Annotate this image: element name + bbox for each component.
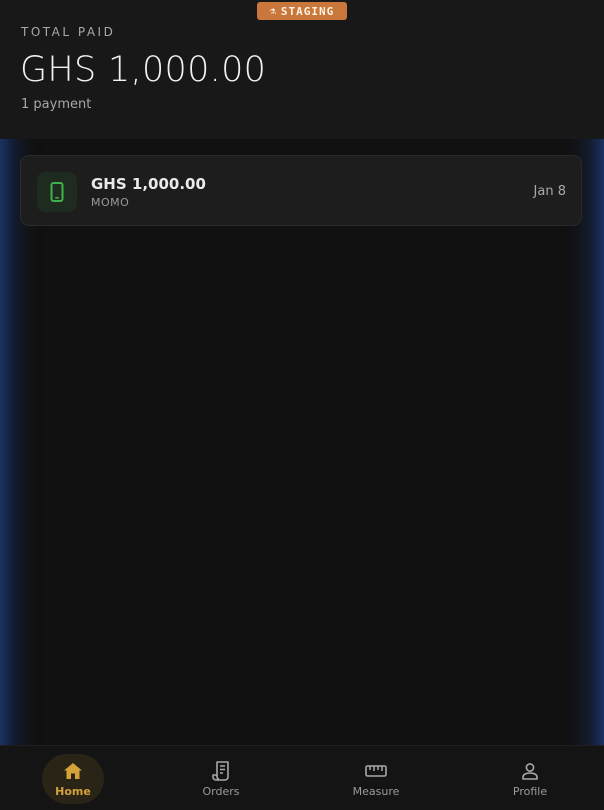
nav-item-orders[interactable]: Orders (181, 746, 261, 810)
nav-label-orders: Orders (202, 785, 240, 798)
staging-badge: ⚗ STAGING (257, 2, 347, 20)
phone-icon (50, 182, 64, 202)
nav-item-home[interactable]: Home (33, 746, 113, 810)
nav-item-measure[interactable]: Measure (336, 746, 416, 810)
nav-label-home: Home (55, 785, 91, 798)
bottom-navigation: Home Orders Measure Profile (0, 745, 604, 810)
staging-badge-label: STAGING (280, 4, 335, 18)
nav-label-measure: Measure (352, 785, 400, 798)
payment-count: 1 payment (21, 97, 92, 112)
payment-amount: GHS 1,000.00 (91, 175, 206, 193)
payment-list-item[interactable]: GHS 1,000.00 MOMO Jan 8 (20, 155, 582, 226)
total-paid-amount: GHS 1,000.00 (20, 50, 267, 90)
flask-icon: ⚗ (269, 5, 277, 17)
total-paid-label: TOTAL PAID (21, 25, 116, 39)
person-icon (521, 761, 539, 781)
payment-date: Jan 8 (533, 184, 566, 199)
app-screen: ⚗ STAGING TOTAL PAID GHS 1,000.00 1 paym… (0, 0, 604, 810)
payments-summary: TOTAL PAID GHS 1,000.00 1 payment (0, 0, 604, 139)
nav-label-profile: Profile (512, 785, 548, 798)
payment-method-icon-box (37, 172, 77, 212)
receipt-icon (212, 761, 230, 781)
ruler-icon (365, 761, 387, 781)
payment-method: MOMO (91, 196, 130, 209)
home-icon (63, 761, 83, 781)
nav-item-profile[interactable]: Profile (490, 746, 570, 810)
